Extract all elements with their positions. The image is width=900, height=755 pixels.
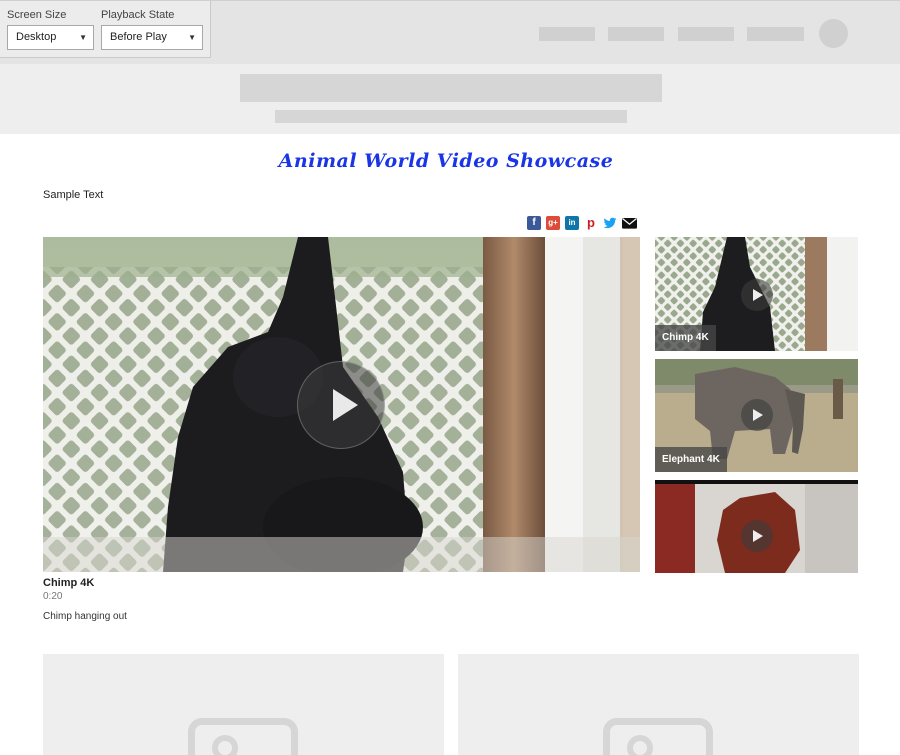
chevron-down-icon: ▼: [188, 33, 196, 42]
playback-state-label: Playback State: [101, 9, 175, 21]
playlist-item[interactable]: Chimp 4K: [655, 237, 858, 351]
nav-placeholder-4[interactable]: [747, 27, 804, 41]
sample-text: Sample Text: [43, 189, 104, 201]
twitter-icon[interactable]: [603, 216, 617, 230]
video-duration: 0:20: [43, 591, 63, 602]
video-title: Chimp 4K: [43, 577, 95, 589]
playlist-item[interactable]: [655, 480, 858, 573]
content-card-placeholder: [43, 654, 444, 755]
playback-state-select[interactable]: Before Play ▼: [101, 25, 203, 50]
preview-controls-panel: Screen Size Desktop ▼ Playback State Bef…: [0, 1, 211, 58]
google-plus-icon[interactable]: g+: [546, 216, 560, 230]
page-title: Animal World Video Showcase: [278, 150, 614, 172]
hero-heading-placeholder: [240, 74, 662, 102]
play-button[interactable]: [741, 279, 773, 311]
hero-subheading-placeholder: [275, 110, 627, 123]
content-card-placeholder: [458, 654, 859, 755]
nav-placeholder-1[interactable]: [539, 27, 595, 41]
share-bar: f g+ in p: [527, 216, 637, 231]
video-description: Chimp hanging out: [43, 611, 127, 622]
screen-size-label: Screen Size: [7, 9, 67, 21]
play-button[interactable]: [741, 520, 773, 552]
email-icon[interactable]: [622, 216, 637, 230]
avatar[interactable]: [819, 19, 848, 48]
preview-toolbar: Screen Size Desktop ▼ Playback State Bef…: [0, 0, 900, 64]
playlist-item-label: Chimp 4K: [655, 325, 716, 351]
playlist-item-label: Elephant 4K: [655, 447, 727, 472]
chevron-down-icon: ▼: [79, 33, 87, 42]
nav-placeholder-3[interactable]: [678, 27, 734, 41]
main-video-player[interactable]: [43, 237, 640, 572]
linkedin-icon[interactable]: in: [565, 216, 579, 230]
screen-size-select[interactable]: Desktop ▼: [7, 25, 94, 50]
nav-placeholder-2[interactable]: [608, 27, 664, 41]
facebook-icon[interactable]: f: [527, 216, 541, 230]
image-icon: [603, 718, 713, 755]
playback-state-value: Before Play: [110, 31, 167, 43]
hero-placeholder: [0, 64, 900, 134]
playlist-item[interactable]: Elephant 4K: [655, 359, 858, 472]
screen-size-value: Desktop: [16, 31, 57, 43]
image-icon: [188, 718, 298, 755]
play-button[interactable]: [297, 361, 385, 449]
pinterest-icon[interactable]: p: [584, 216, 598, 230]
play-button[interactable]: [741, 399, 773, 431]
